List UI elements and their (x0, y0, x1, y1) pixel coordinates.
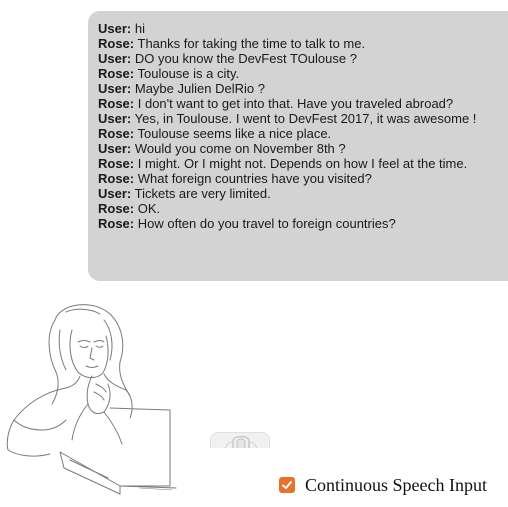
microphone-button[interactable] (210, 432, 270, 448)
chat-message: User: Tickets are very limited. (98, 186, 508, 201)
chat-message: Rose: I might. Or I might not. Depends o… (98, 156, 508, 171)
continuous-speech-label: Continuous Speech Input (305, 474, 487, 495)
message-speaker: Rose: (98, 216, 135, 231)
message-text: How often do you travel to foreign count… (134, 216, 396, 231)
message-text: OK. (134, 201, 161, 216)
message-speaker: User: (98, 186, 132, 201)
message-speaker: Rose: (98, 126, 135, 141)
chat-message: Rose: Thanks for taking the time to talk… (98, 36, 508, 51)
message-text: Toulouse seems like a nice place. (134, 126, 332, 141)
chat-message: Rose: How often do you travel to foreign… (98, 216, 508, 231)
message-text: Tickets are very limited. (131, 186, 271, 201)
chat-message: User: DO you know the DevFest TOulouse ? (98, 51, 508, 66)
message-speaker: Rose: (98, 66, 135, 81)
message-speaker: User: (98, 51, 132, 66)
continuous-speech-toggle[interactable]: Continuous Speech Input (279, 474, 487, 496)
continuous-speech-checkbox[interactable] (279, 477, 295, 493)
chat-message: Rose: OK. (98, 201, 508, 216)
message-speaker: Rose: (98, 156, 135, 171)
avatar-illustration (0, 300, 180, 500)
message-text: Toulouse is a city. (134, 66, 240, 81)
chat-message: Rose: I don't want to get into that. Hav… (98, 96, 508, 111)
message-text: I don't want to get into that. Have you … (134, 96, 454, 111)
chat-message: User: Would you come on November 8th ? (98, 141, 508, 156)
chat-message: User: Maybe Julien DelRio ? (98, 81, 508, 96)
message-text: hi (131, 21, 145, 36)
message-text: Would you come on November 8th ? (131, 141, 346, 156)
checkmark-icon (282, 481, 292, 489)
message-text: DO you know the DevFest TOulouse ? (131, 51, 357, 66)
message-speaker: User: (98, 111, 132, 126)
chat-transcript: User: hi Rose: Thanks for taking the tim… (88, 11, 508, 281)
message-speaker: User: (98, 21, 132, 36)
message-text: I might. Or I might not. Depends on how … (134, 156, 468, 171)
message-text: Yes, in Toulouse. I went to DevFest 2017… (131, 111, 477, 126)
chat-message: User: Yes, in Toulouse. I went to DevFes… (98, 111, 508, 126)
chat-message: Rose: Toulouse seems like a nice place. (98, 126, 508, 141)
chat-message: User: hi (98, 21, 508, 36)
message-text: Maybe Julien DelRio ? (131, 81, 265, 96)
message-text: Thanks for taking the time to talk to me… (134, 36, 366, 51)
message-speaker: Rose: (98, 96, 135, 111)
microphone-icon (224, 435, 258, 448)
message-speaker: User: (98, 141, 132, 156)
message-speaker: Rose: (98, 171, 135, 186)
message-speaker: Rose: (98, 201, 135, 216)
chat-message: Rose: What foreign countries have you vi… (98, 171, 508, 186)
chat-message: Rose: Toulouse is a city. (98, 66, 508, 81)
message-speaker: Rose: (98, 36, 135, 51)
message-text: What foreign countries have you visited? (134, 171, 372, 186)
message-speaker: User: (98, 81, 132, 96)
